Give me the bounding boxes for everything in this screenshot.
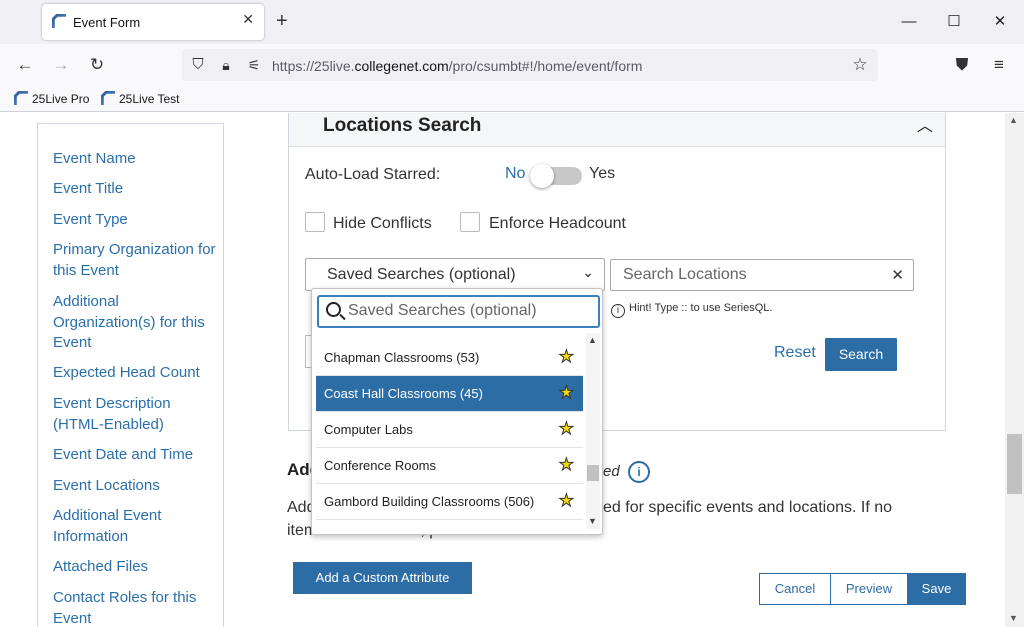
star-icon[interactable]: ★ [558,347,574,366]
sidebar-item-event-date-time[interactable]: Event Date and Time [53,445,218,466]
permissions-icon[interactable]: ⚟ [242,53,266,77]
chevron-down-icon: ⌄ [582,264,594,280]
chevron-up-icon[interactable]: ︿ [917,113,933,136]
list-item-label: Coast Hall Classrooms (45) [324,386,483,401]
shield-icon[interactable]: ⛉ [186,53,210,77]
url-text: https://25live.collegenet.com/pro/csumbt… [272,58,643,74]
back-icon[interactable]: ← [13,53,37,77]
attributes-description-end: ed for specific events and locations. If… [603,499,893,516]
new-tab-icon[interactable]: + [276,9,288,33]
info-icon: i [611,304,625,318]
sidebar-item-event-locations[interactable]: Event Locations [53,476,218,497]
saved-searches-value: Saved Searches (optional) [327,266,516,283]
list-item[interactable]: Chapman Classrooms (53) ★ [316,340,583,376]
bookmarks-bar: 25Live Pro 25Live Test [0,86,1024,112]
scrollbar-thumb[interactable] [1007,434,1022,494]
list-item-label: Gambord Building Classrooms (506) [324,494,535,509]
sidebar-item-event-title[interactable]: Event Title [53,179,218,200]
dropdown-scrollbar-thumb[interactable] [587,465,599,481]
star-icon[interactable]: ★ [558,383,574,402]
sidebar-item-event-name[interactable]: Event Name [53,149,218,170]
sidebar-item-attached-files[interactable]: Attached Files [53,557,218,578]
sidebar-item-additional-organizations[interactable]: Additional Organization(s) for this Even… [53,292,218,354]
scroll-up-icon[interactable]: ▲ [1009,115,1018,125]
list-item-label: Chapman Classrooms (53) [324,350,480,365]
list-item-label: Conference Rooms [324,458,436,473]
cancel-button[interactable]: Cancel [759,573,831,605]
sidebar-item-primary-organization[interactable]: Primary Organization for this Event [53,240,218,281]
search-button[interactable]: Search [825,338,897,371]
star-icon[interactable]: ★ [558,419,574,438]
auto-load-toggle[interactable] [530,164,582,188]
locations-search-title: Locations Search [323,115,482,136]
search-locations-placeholder: Search Locations [623,266,747,283]
tab-title: Event Form [73,15,141,30]
sidebar-item-additional-information[interactable]: Additional Event Information [53,506,218,547]
browser-tab[interactable]: Event Form ✕ [42,4,264,40]
sidebar-item-contact-roles[interactable]: Contact Roles for this Event [53,588,218,627]
lock-icon[interactable]: 🔒︎ [214,53,238,77]
star-icon[interactable]: ★ [558,455,574,474]
enforce-headcount-checkbox[interactable] [460,212,480,232]
dropdown-scrollbar[interactable]: ▲ ▼ [586,333,600,529]
add-custom-attribute-button[interactable]: Add a Custom Attribute [293,562,472,594]
toggle-no-label: No [505,165,526,182]
saved-searches-dropdown: Saved Searches (optional) Chapman Classr… [311,288,603,535]
scroll-down-icon[interactable]: ▼ [588,516,597,526]
star-icon[interactable]: ★ [558,491,574,510]
bookmark-25live-pro[interactable]: 25Live Pro [14,91,89,106]
list-item[interactable]: Computer Labs ★ [316,412,583,448]
reset-link[interactable]: Reset [774,344,816,362]
search-locations-input[interactable]: Search Locations ✕ [610,259,914,291]
25live-logo-icon [14,91,28,105]
saved-searches-list: Chapman Classrooms (53) ★ Coast Hall Cla… [316,340,583,530]
clear-icon[interactable]: ✕ [891,266,904,284]
preview-button[interactable]: Preview [830,573,908,605]
bookmark-star-icon[interactable]: ☆ [848,53,872,77]
sidebar-item-event-description[interactable]: Event Description (HTML-Enabled) [53,394,218,435]
attributes-heading-suffix: ed [603,463,620,480]
25live-logo-icon [101,91,115,105]
sidebar-item-expected-head-count[interactable]: Expected Head Count [53,363,218,384]
maximize-icon[interactable]: ☐ [940,8,968,36]
saved-searches-filter-input[interactable]: Saved Searches (optional) [317,295,600,328]
pocket-icon[interactable]: ⛊ [950,53,974,77]
list-item[interactable]: Gambord Building Classrooms (506) ★ [316,484,583,520]
navigation-bar: ← → ↻ ⛉ 🔒︎ ⚟ https://25live.collegenet.c… [0,44,1024,86]
list-item[interactable]: Conference Rooms ★ [316,448,583,484]
search-icon [326,302,341,317]
saved-searches-select[interactable]: Saved Searches (optional) ⌄ [305,258,605,291]
tab-bar: Event Form ✕ + — ☐ ✕ [0,0,1024,44]
scroll-up-icon[interactable]: ▲ [588,335,597,345]
window-close-icon[interactable]: ✕ [986,8,1014,36]
saved-searches-filter-placeholder: Saved Searches (optional) [348,302,537,319]
reload-icon[interactable]: ↻ [85,53,109,77]
menu-icon[interactable]: ≡ [987,53,1011,77]
scroll-down-icon[interactable]: ▼ [1009,613,1018,623]
form-sidebar: Event Name Event Title Event Type Primar… [37,123,224,627]
close-tab-icon[interactable]: ✕ [242,11,254,28]
enforce-headcount-label: Enforce Headcount [489,215,626,232]
25live-logo-icon [52,14,66,28]
auto-load-label: Auto-Load Starred: [305,166,441,183]
toggle-knob[interactable] [530,164,554,188]
sidebar-item-event-type[interactable]: Event Type [53,210,218,231]
page-scrollbar[interactable]: ▲ ▼ [1005,113,1024,627]
forward-icon[interactable]: → [49,53,73,77]
save-button[interactable]: Save [907,573,966,605]
minimize-icon[interactable]: — [895,8,923,36]
locations-search-header[interactable]: Locations Search ︿ [289,113,945,147]
seriesql-hint: i Hint! Type :: to use SeriesQL. [611,302,772,318]
toggle-yes-label: Yes [589,165,616,182]
hide-conflicts-label: Hide Conflicts [333,215,432,232]
list-item-label: Computer Labs [324,422,413,437]
hide-conflicts-checkbox[interactable] [305,212,325,232]
info-icon[interactable]: i [628,461,650,483]
url-bar[interactable]: ⛉ 🔒︎ ⚟ https://25live.collegenet.com/pro… [182,49,878,81]
list-item[interactable]: Coast Hall Classrooms (45) ★ [316,376,583,412]
bookmark-25live-test[interactable]: 25Live Test [101,91,180,106]
